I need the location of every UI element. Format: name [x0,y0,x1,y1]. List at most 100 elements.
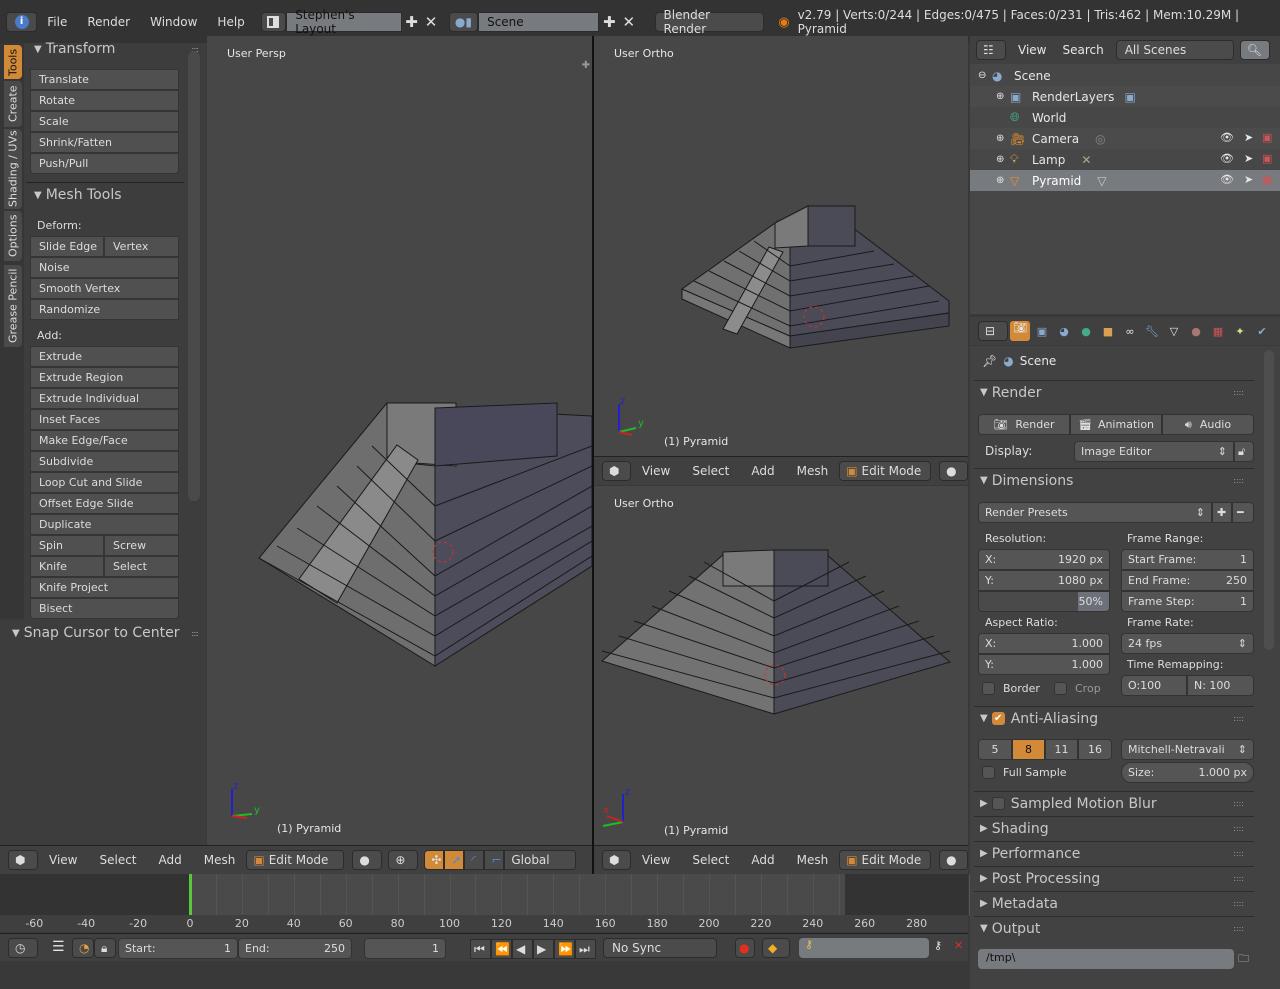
post-processing-panel-header[interactable]: ▶ Post Processing:::: [974,866,1254,890]
prev-keyframe-icon[interactable]: ⏪ [491,939,512,959]
mode-dropdown[interactable]: ▣ Edit Mode [839,461,932,481]
play-icon[interactable]: ▶ [533,939,554,959]
anti-aliasing-checkbox[interactable]: ✔ [991,712,1005,725]
menu-select[interactable]: Select [681,464,740,478]
outliner-filter-dropdown[interactable]: All Scenes [1115,40,1234,60]
loop-cut-slide-button[interactable]: Loop Cut and Slide [30,472,179,493]
menu-add[interactable]: Add [740,853,785,867]
menu-file[interactable]: File [37,15,77,29]
screw-button[interactable]: Screw [104,535,179,556]
editor-type-button[interactable]: ◷ [8,938,38,958]
menu-help[interactable]: Help [207,15,254,29]
shrink-fatten-button[interactable]: Shrink/Fatten [30,132,179,153]
aa-samples-11[interactable]: 11 [1045,739,1078,760]
render-panel-header[interactable]: ▼ Render:::: [974,380,1254,404]
shading-panel-header[interactable]: ▶ Shading:::: [974,816,1254,840]
current-frame-field[interactable]: 1 [364,938,446,959]
expand-icon[interactable]: ⊕ [996,133,1010,144]
renderable-camera-icon[interactable]: ▣ [1262,152,1272,165]
expand-icon[interactable]: ⊕ [996,175,1010,186]
jump-end-icon[interactable]: ⏭ [575,939,596,959]
push-pull-button[interactable]: Push/Pull [30,153,179,174]
outliner-search-button[interactable]: 🔍︎ [1239,40,1270,60]
mode-dropdown[interactable]: ▣ Edit Mode [246,850,345,870]
visibility-eye-icon[interactable]: 👁︎ [1220,131,1234,144]
menu-add[interactable]: Add [148,853,193,867]
file-browser-icon[interactable]: 🗀 [1238,950,1249,969]
collapse-icon[interactable]: ⊖ [978,70,992,81]
tab-options[interactable]: Options [4,211,22,261]
shading-dropdown[interactable]: ● [352,850,383,870]
aa-samples-8[interactable]: 8 [1012,739,1045,760]
extrude-individual-button[interactable]: Extrude Individual [30,388,179,409]
jump-start-icon[interactable]: ⏮ [470,939,491,959]
shading-dropdown[interactable]: ● [939,850,968,870]
scale-manipulator-button[interactable]: ⌐ [484,850,505,870]
extrude-region-button[interactable]: Extrude Region [30,367,179,388]
tab-texture-icon[interactable]: ▦ [1208,325,1228,338]
resolution-x-field[interactable]: X: 1920 px [978,549,1110,570]
noise-button[interactable]: Noise [30,257,179,278]
menu-select[interactable]: Select [681,853,740,867]
visibility-eye-icon[interactable]: 👁︎ [1220,173,1234,186]
outliner-menu-search[interactable]: Search [1058,43,1107,57]
slide-vertex-button[interactable]: Vertex [104,236,179,257]
selectable-cursor-icon[interactable]: ➤ [1244,131,1253,144]
render-still-button[interactable]: 📷︎ Render [978,414,1070,435]
randomize-button[interactable]: Randomize [30,299,179,320]
outliner-row-renderlayers[interactable]: ⊕ ▣ RenderLayers ▣ [970,86,1280,107]
rotate-button[interactable]: Rotate [30,90,179,111]
end-frame-field[interactable]: End: 250 [238,938,352,959]
remove-preset-button[interactable]: ━ [1232,502,1254,523]
time-remap-new-field[interactable]: N: 100 [1187,675,1254,696]
next-keyframe-icon[interactable]: ⏩ [554,939,575,959]
tab-tools[interactable]: Tools [4,45,22,79]
tab-create[interactable]: Create [4,81,22,127]
expand-panel-button[interactable]: ✚ [582,60,590,71]
remove-layout-button[interactable]: ✕ [421,13,441,31]
tab-constraints-icon[interactable]: ∞ [1120,325,1140,338]
aa-filter-dropdown[interactable]: Mitchell-Netravali ⇕ [1121,739,1254,760]
tool-shelf-scrollbar[interactable] [188,51,200,501]
visibility-eye-icon[interactable]: 👁︎ [1220,152,1234,165]
editor-type-button[interactable]: ☷ [976,40,1006,60]
tab-mesh-data-icon[interactable]: ▽ [1164,325,1184,338]
viewport-user-ortho-top[interactable]: User Ortho zy (1) Pyramid [594,36,968,456]
tab-grease-pencil[interactable]: Grease Pencil [4,265,22,347]
subdivide-button[interactable]: Subdivide [30,451,179,472]
menu-hamburger-icon[interactable]: ☰ [52,939,65,955]
slide-edge-button[interactable]: Slide Edge [30,236,104,257]
insert-keyframe-icon[interactable]: ⚷ [934,939,942,952]
extrude-dropdown[interactable]: Extrude [30,346,179,367]
menu-view[interactable]: View [631,853,681,867]
full-sample-checkbox[interactable] [982,766,995,779]
render-presets-dropdown[interactable]: Render Presets ⇕ [978,502,1212,523]
current-frame-marker[interactable] [189,874,192,916]
sync-mode-dropdown[interactable]: No Sync [603,938,717,958]
transform-panel-header[interactable]: ▼ Transform:::: [24,38,206,60]
timeline-ruler[interactable]: -60 -40 -20 0 20 40 60 80 100 120 140 160 180 200 220 2… [0,915,968,932]
timeline-area[interactable] [0,874,970,916]
tab-render-layers-icon[interactable]: ▣ [1032,325,1052,338]
knife-project-button[interactable]: Knife Project [30,577,179,598]
menu-select[interactable]: Select [88,853,147,867]
translate-manipulator-button[interactable]: ➚ [444,850,465,870]
end-frame-field[interactable]: End Frame: 250 [1121,570,1254,591]
selectable-cursor-icon[interactable]: ➤ [1244,173,1253,186]
properties-scrollbar[interactable] [1264,350,1274,650]
motion-blur-checkbox[interactable] [991,797,1005,810]
preview-range-button[interactable]: ◔ [72,938,94,958]
render-engine-dropdown[interactable]: Blender Render [654,8,765,36]
pin-icon[interactable]: 📌︎ [982,354,997,368]
record-button[interactable]: ● [735,938,755,958]
aa-filter-size-field[interactable]: Size: 1.000 px [1121,762,1254,783]
tab-modifiers-wrench-icon[interactable]: 🔧︎ [1142,325,1162,338]
tab-physics-icon[interactable]: ✔ [1252,325,1272,338]
expand-icon[interactable]: ⊕ [996,154,1010,165]
add-layout-button[interactable]: ✚ [402,13,422,31]
lock-interface-button[interactable]: 🔓︎ [1234,441,1254,462]
shading-dropdown[interactable]: ● [939,461,968,481]
editor-type-button[interactable]: ⬢ [602,461,631,481]
output-path-field[interactable]: /tmp\ [978,949,1234,969]
snap-cursor-panel-header[interactable]: ▼ Snap Cursor to Center:::: [0,622,206,644]
